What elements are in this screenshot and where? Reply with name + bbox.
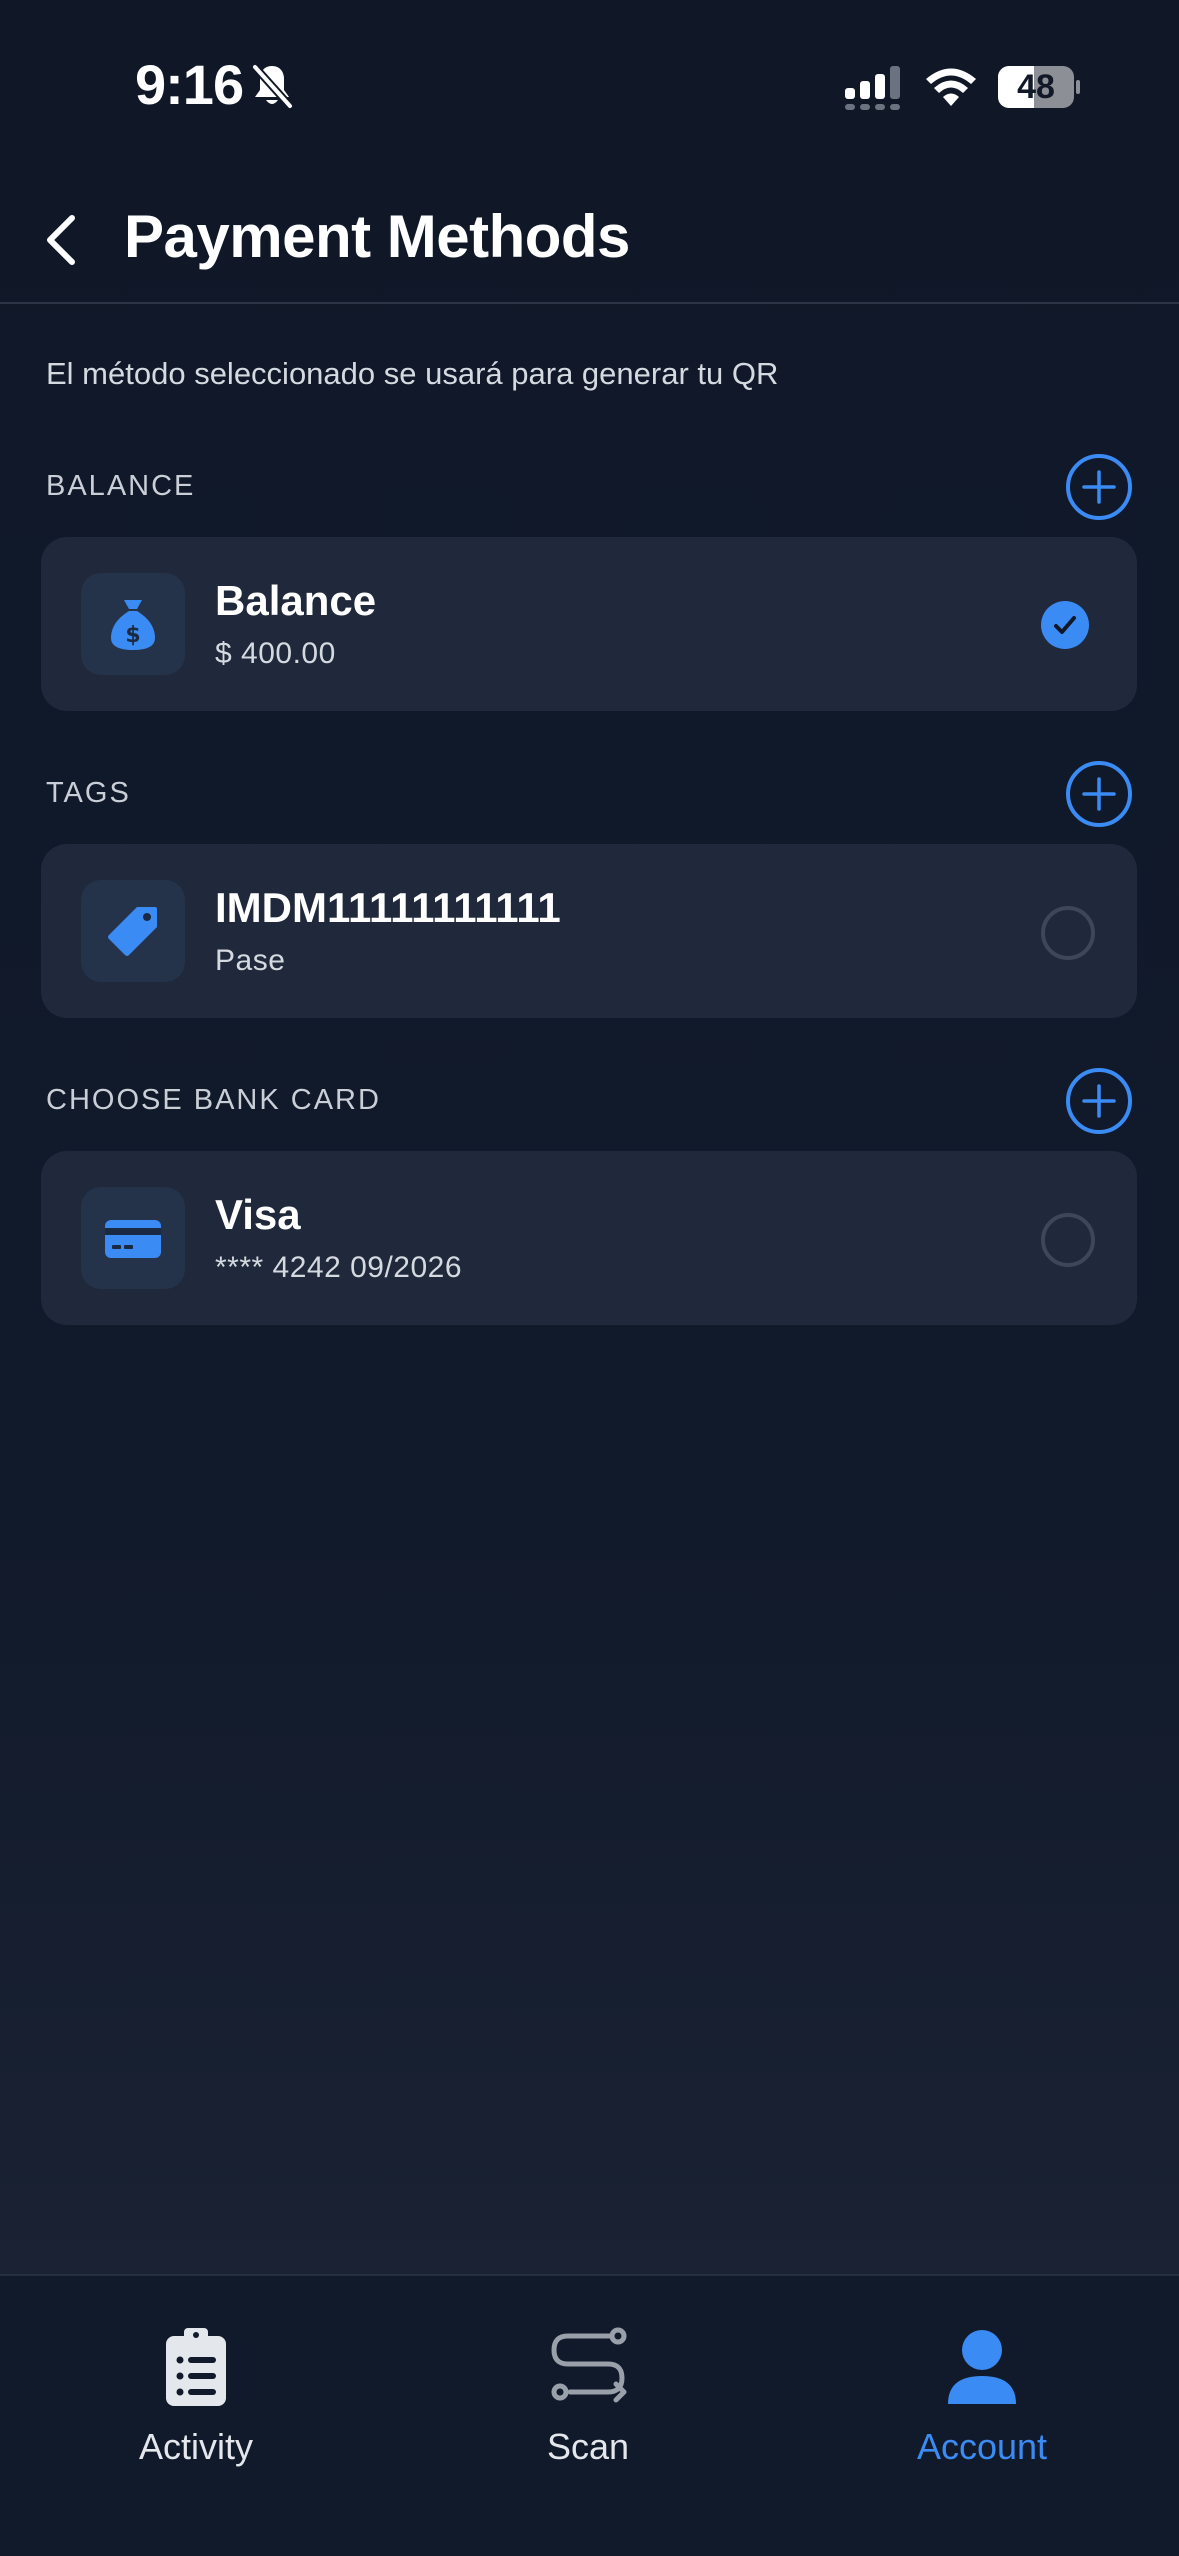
- card-icon-container: [81, 880, 185, 982]
- selected-check-radio[interactable]: [1041, 601, 1089, 649]
- tab-label: Scan: [546, 2426, 630, 2467]
- bottom-tab-bar: Activity Scan Account: [0, 2274, 1179, 2556]
- payment-option-balance[interactable]: $ Balance $ 400.00: [41, 537, 1137, 711]
- page-title: Payment Methods: [124, 203, 630, 270]
- tab-scan[interactable]: Scan: [468, 2326, 708, 2486]
- card-icon-container: [81, 1187, 185, 1289]
- money-bag-icon: $: [111, 600, 155, 650]
- credit-card-icon: [105, 1220, 161, 1258]
- card-subtitle: **** 4242 09/2026: [215, 1251, 463, 1284]
- page-subtitle: El método seleccionado se usará para gen…: [46, 356, 779, 391]
- payment-option-visa[interactable]: Visa **** 4242 09/2026: [41, 1151, 1137, 1325]
- svg-text:$: $: [125, 623, 140, 648]
- tab-label: Account: [916, 2426, 1048, 2467]
- tag-icon: [108, 907, 157, 956]
- wifi-icon: [926, 68, 976, 106]
- add-tag-button[interactable]: [1066, 761, 1132, 827]
- add-bank-card-button[interactable]: [1066, 1068, 1132, 1134]
- plus-icon: [1082, 777, 1116, 811]
- check-icon: [1054, 616, 1076, 634]
- plus-icon: [1082, 1084, 1116, 1118]
- add-balance-button[interactable]: [1066, 454, 1132, 520]
- header: Payment Methods: [0, 180, 1179, 304]
- section-label-balance: BALANCE: [46, 470, 196, 502]
- battery-cap: [1076, 80, 1080, 94]
- bell-slash-icon: [252, 64, 293, 109]
- unselected-radio[interactable]: [1041, 1213, 1095, 1267]
- unselected-radio[interactable]: [1041, 906, 1095, 960]
- card-title: Balance: [215, 577, 377, 624]
- back-arrow-icon[interactable]: [38, 208, 88, 272]
- card-subtitle: $ 400.00: [215, 637, 336, 670]
- section-label-bank-card: CHOOSE BANK CARD: [46, 1084, 381, 1116]
- cellular-signal-icon: [845, 66, 900, 110]
- route-icon: [551, 2327, 627, 2403]
- battery-indicator: 48: [998, 66, 1080, 108]
- status-bar: 9:16 48: [0, 0, 1179, 140]
- card-title: Visa: [215, 1191, 301, 1238]
- section-label-tags: TAGS: [46, 777, 131, 809]
- clipboard-list-icon: [166, 2328, 226, 2406]
- card-subtitle: Pase: [215, 944, 286, 977]
- tab-account[interactable]: Account: [862, 2326, 1102, 2486]
- status-time: 9:16: [135, 53, 244, 116]
- card-title: IMDM11111111111: [215, 884, 561, 931]
- battery-percent: 48: [1017, 68, 1055, 106]
- user-icon: [948, 2330, 1016, 2404]
- battery-body: 48: [998, 66, 1074, 108]
- tab-activity[interactable]: Activity: [76, 2326, 316, 2486]
- plus-icon: [1082, 470, 1116, 504]
- payment-option-tag[interactable]: IMDM11111111111 Pase: [41, 844, 1137, 1018]
- card-icon-container: $: [81, 573, 185, 675]
- tab-label: Activity: [138, 2426, 253, 2467]
